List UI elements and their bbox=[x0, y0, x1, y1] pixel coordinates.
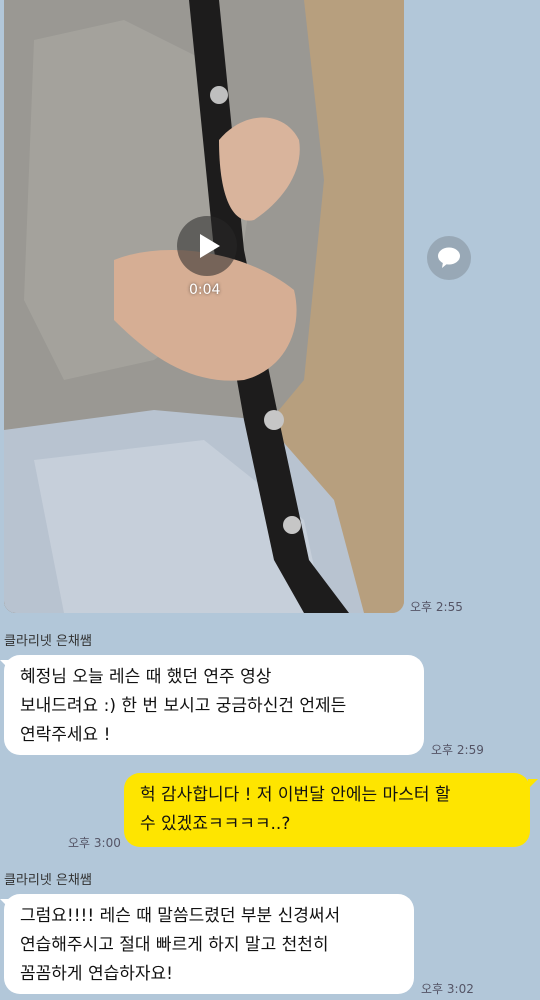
message-time: 오후 3:02 bbox=[421, 982, 474, 996]
sender-name: 클라리넷 은채쌤 bbox=[4, 634, 92, 649]
message-time: 오후 3:00 bbox=[68, 836, 121, 850]
message-time: 오후 2:55 bbox=[410, 600, 463, 614]
share-button[interactable] bbox=[427, 236, 471, 280]
video-duration: 0:04 bbox=[189, 282, 221, 298]
incoming-message-bubble[interactable]: 혜정님 오늘 레슨 때 했던 연주 영상 보내드려요 :) 한 번 보시고 궁금… bbox=[4, 655, 424, 755]
sender-name: 클라리넷 은채쌤 bbox=[4, 873, 92, 888]
incoming-message-bubble[interactable]: 그럼요!!!! 레슨 때 말씀드렸던 부분 신경써서 연습해주시고 절대 빠르게… bbox=[4, 894, 414, 994]
play-icon bbox=[200, 234, 220, 258]
play-button[interactable] bbox=[177, 216, 237, 276]
video-thumbnail bbox=[4, 0, 404, 613]
outgoing-message-bubble[interactable]: 헉 감사합니다 ! 저 이번달 안에는 마스터 할 수 있겠죠ㅋㅋㅋㅋ..? bbox=[124, 773, 530, 847]
bubble-tail bbox=[528, 779, 538, 789]
video-message[interactable]: 0:04 bbox=[4, 0, 404, 613]
message-time: 오후 2:59 bbox=[431, 743, 484, 757]
chat-bubble-icon bbox=[438, 247, 460, 268]
